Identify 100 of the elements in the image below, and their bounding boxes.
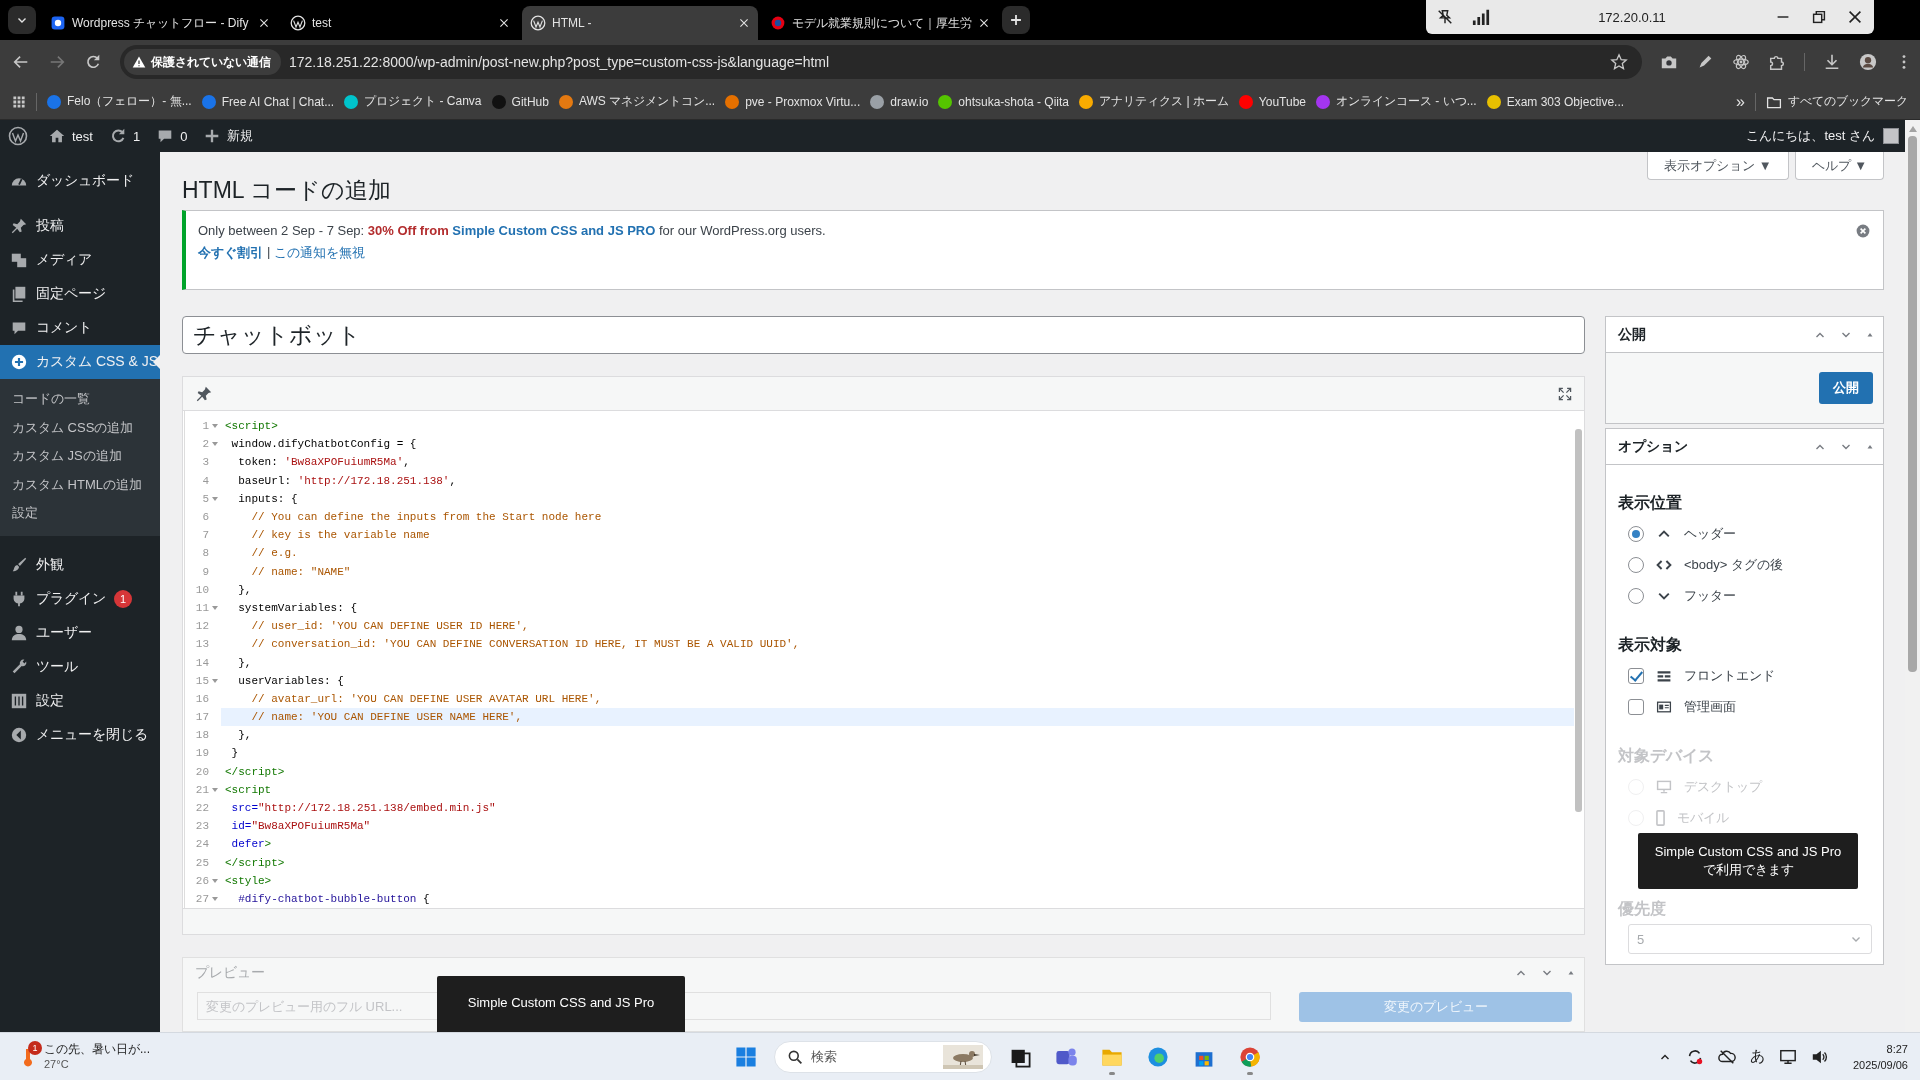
browser-tab[interactable]: Wordpress チャットフロー - Dify xyxy=(42,6,278,40)
help-button[interactable]: ヘルプ ▼ xyxy=(1794,152,1884,180)
bookmark[interactable]: GitHub xyxy=(491,94,549,109)
fold-arrow-icon[interactable] xyxy=(212,496,218,501)
back-icon[interactable] xyxy=(12,53,30,71)
menu-item[interactable]: メディア xyxy=(0,243,160,277)
bookmark[interactable]: pve - Proxmox Virtu... xyxy=(725,94,861,109)
new-content-link[interactable]: 新規 xyxy=(203,127,254,145)
bookmark[interactable]: ohtsuka-shota - Qiita xyxy=(938,94,1070,109)
radio-button[interactable] xyxy=(1628,587,1644,604)
submenu-item[interactable]: カスタム JSの追加 xyxy=(0,442,160,471)
signal-icon xyxy=(1472,8,1490,26)
browser-tab[interactable]: モデル就業規則について｜厚生労 xyxy=(762,6,998,40)
menu-item[interactable]: ツール xyxy=(0,649,160,684)
clock-date[interactable]: 2025/09/06 xyxy=(1852,1056,1908,1073)
promo-link[interactable]: Simple Custom CSS and JS PRO xyxy=(452,223,656,238)
bookmark[interactable]: Exam 303 Objective... xyxy=(1486,94,1625,109)
menu-item[interactable]: 設定 xyxy=(0,683,160,718)
option-label: モバイル xyxy=(1677,808,1729,827)
close-icon[interactable] xyxy=(738,17,750,29)
start-icon[interactable] xyxy=(733,1044,758,1069)
bookmark[interactable]: オンラインコース - いつ... xyxy=(1316,93,1477,110)
weather-widget[interactable]: 1 この先、暑い日が... 27°C xyxy=(18,1041,218,1072)
submenu-item[interactable]: コードの一覧 xyxy=(0,385,160,414)
menu-item[interactable]: メニューを閉じる xyxy=(0,717,160,752)
atom-icon[interactable] xyxy=(1732,53,1750,71)
menu-item[interactable]: 外観 xyxy=(0,547,160,582)
bookmark[interactable]: Felo（フェロー）- 無... xyxy=(47,93,192,110)
site-link[interactable]: test xyxy=(48,127,93,145)
close-icon[interactable] xyxy=(498,17,510,29)
title-field[interactable]: チャットボット xyxy=(182,316,1585,354)
new-tab-button[interactable] xyxy=(1002,6,1030,34)
more-bookmarks-button[interactable]: » xyxy=(1736,92,1745,111)
fold-arrow-icon[interactable] xyxy=(212,442,218,447)
submenu-item[interactable]: カスタム HTMLの追加 xyxy=(0,470,160,499)
radio-button[interactable] xyxy=(1628,556,1644,573)
submenu-item[interactable]: カスタム CSSの追加 xyxy=(0,413,160,442)
bookmark[interactable]: プロジェクト - Canva xyxy=(344,93,482,110)
notice-link[interactable]: この通知を無視 xyxy=(274,244,366,262)
pin-icon[interactable] xyxy=(195,384,213,403)
menu-item[interactable]: ダッシュボード xyxy=(0,164,160,198)
tab-search-button[interactable] xyxy=(8,6,36,34)
input-mode-indicator[interactable]: あ xyxy=(1749,1047,1765,1066)
fold-arrow-icon[interactable] xyxy=(212,424,218,429)
apps-icon[interactable] xyxy=(12,94,26,109)
search-field[interactable]: 検索 xyxy=(773,1040,992,1073)
menu-item[interactable]: 投稿 xyxy=(0,209,160,243)
fold-arrow-icon[interactable] xyxy=(212,605,218,610)
forward-icon[interactable] xyxy=(48,53,66,71)
media-icon xyxy=(10,251,28,269)
publish-button[interactable]: 公開 xyxy=(1819,372,1873,404)
browser-icon[interactable] xyxy=(1237,1044,1262,1069)
address-field[interactable]: 保護されていない通信 172.18.251.22:8000/wp-admin/post-new.php?post_type=custom-css-js&language=html xyxy=(120,45,1642,79)
all-bookmarks-button[interactable]: すべてのブックマーク xyxy=(1766,93,1908,110)
checkbox[interactable] xyxy=(1628,698,1644,715)
greeting-link[interactable]: こんにちは、test さん xyxy=(1746,127,1875,145)
fold-arrow-icon[interactable] xyxy=(212,787,218,792)
submenu-item[interactable]: 設定 xyxy=(0,499,160,528)
bookmark[interactable]: YouTube xyxy=(1238,94,1306,109)
security-chip[interactable]: 保護されていない通信 xyxy=(124,49,281,75)
bookmark[interactable]: Free AI Chat | Chat... xyxy=(201,94,335,109)
browser-tab[interactable]: test xyxy=(282,6,518,40)
download-icon[interactable] xyxy=(1823,53,1841,71)
browser-icon[interactable] xyxy=(1145,1044,1170,1069)
reload-icon[interactable] xyxy=(84,53,102,71)
scrollbar[interactable] xyxy=(1905,120,1920,1032)
browser-tab[interactable]: HTML - xyxy=(522,6,758,40)
menu-item[interactable]: ユーザー xyxy=(0,615,160,650)
unpin-icon[interactable] xyxy=(1436,8,1454,26)
close-icon[interactable] xyxy=(978,17,990,29)
clock-time[interactable]: 8:27 xyxy=(1886,1040,1908,1057)
logo-icon[interactable] xyxy=(8,126,28,146)
radio-button[interactable] xyxy=(1628,525,1644,542)
restore-icon[interactable] xyxy=(1810,8,1828,26)
avatar-icon[interactable] xyxy=(1859,53,1877,71)
fold-arrow-icon[interactable] xyxy=(212,678,218,683)
extensions-icon[interactable] xyxy=(1768,53,1786,71)
bookmark[interactable]: アナリティクス | ホーム xyxy=(1079,93,1229,110)
checkbox[interactable] xyxy=(1628,667,1644,684)
close-icon[interactable] xyxy=(258,17,270,29)
dismiss-icon[interactable] xyxy=(1855,223,1871,239)
fold-arrow-icon[interactable] xyxy=(212,896,218,901)
scrollbar-thumb[interactable] xyxy=(1908,136,1917,672)
menu-item[interactable]: 固定ページ xyxy=(0,277,160,311)
fullscreen-icon[interactable] xyxy=(1558,386,1572,401)
comments-link[interactable]: 0 xyxy=(156,127,188,145)
notice-link[interactable]: 今すぐ割引 xyxy=(198,244,263,262)
scrollbar-thumb[interactable] xyxy=(1575,429,1582,812)
close-icon[interactable] xyxy=(1846,8,1864,26)
updates-link[interactable]: 1 xyxy=(108,127,141,145)
bookmark[interactable]: AWS マネジメントコン... xyxy=(558,93,716,110)
bookmark[interactable]: draw.io xyxy=(870,94,929,109)
menu-item[interactable]: コメント xyxy=(0,311,160,345)
network-icon[interactable] xyxy=(1778,1047,1797,1066)
cloud-icon[interactable] xyxy=(1717,1047,1736,1066)
bookmark-star-icon[interactable] xyxy=(1610,53,1628,71)
screen-options-button[interactable]: 表示オプション ▼ xyxy=(1647,152,1789,180)
menu-item[interactable]: プラグイン 1 xyxy=(0,581,160,616)
search-icon xyxy=(786,1048,803,1065)
fold-arrow-icon[interactable] xyxy=(212,878,218,883)
